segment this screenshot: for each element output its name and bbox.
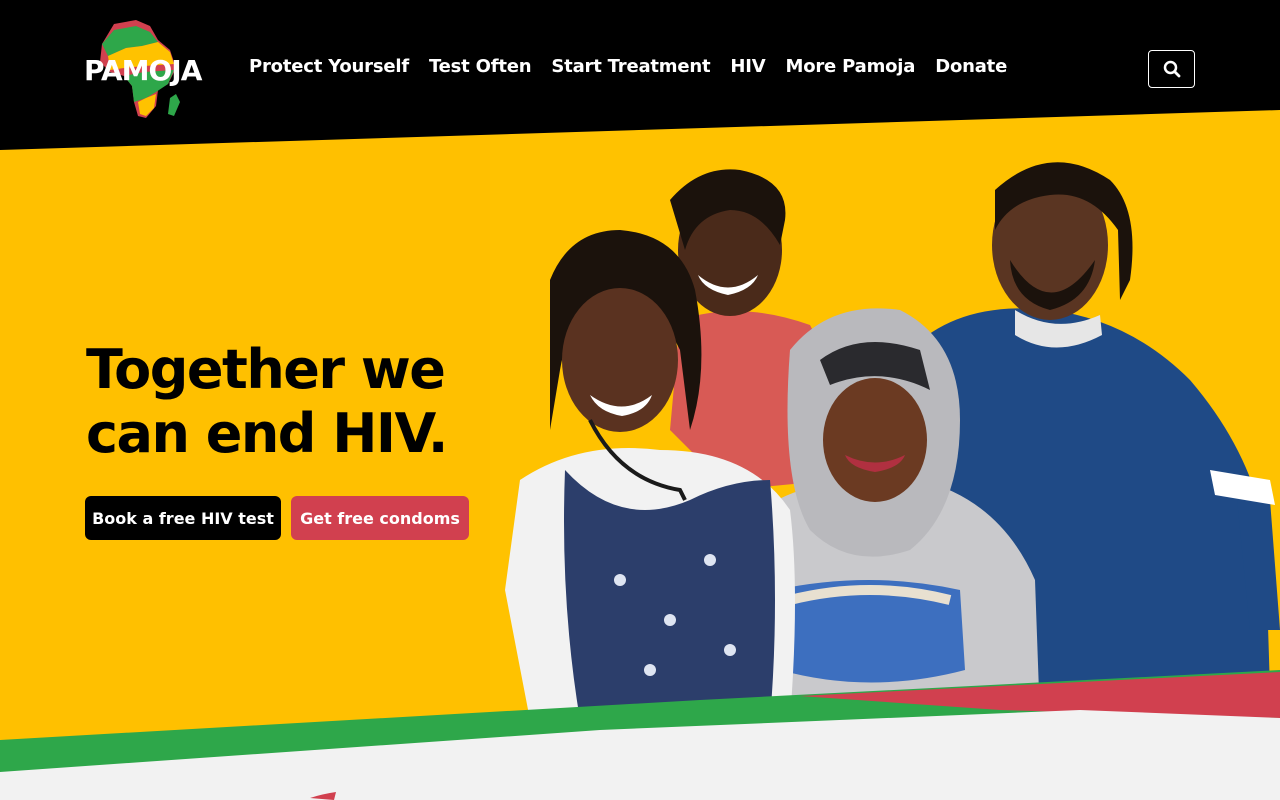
- hero-title-line2: can end HIV.: [86, 402, 448, 465]
- search-button[interactable]: [1148, 50, 1195, 88]
- search-icon: [1163, 60, 1180, 78]
- nav-protect-yourself[interactable]: Protect Yourself: [249, 56, 409, 77]
- logo-wordmark: PAMOJA: [84, 54, 202, 87]
- hero-title: Together we can end HIV.: [86, 338, 506, 466]
- nav-more-pamoja[interactable]: More Pamoja: [785, 56, 915, 77]
- hero-cta-row: Book a free HIV test Get free condoms: [85, 496, 469, 540]
- get-condoms-button[interactable]: Get free condoms: [291, 496, 469, 540]
- main-nav: Protect Yourself Test Often Start Treatm…: [249, 56, 1027, 77]
- nav-donate[interactable]: Donate: [935, 56, 1007, 77]
- nav-test-often[interactable]: Test Often: [429, 56, 532, 77]
- hero-bottom-waves: [0, 670, 1280, 800]
- pamoja-logo[interactable]: PAMOJA: [84, 18, 216, 122]
- hero-title-line1: Together we: [86, 338, 446, 401]
- hero-people-image: [505, 162, 1280, 720]
- hero-headline-block: Together we can end HIV.: [86, 338, 506, 466]
- nav-start-treatment[interactable]: Start Treatment: [551, 56, 710, 77]
- nav-hiv[interactable]: HIV: [730, 56, 765, 77]
- book-hiv-test-button[interactable]: Book a free HIV test: [85, 496, 281, 540]
